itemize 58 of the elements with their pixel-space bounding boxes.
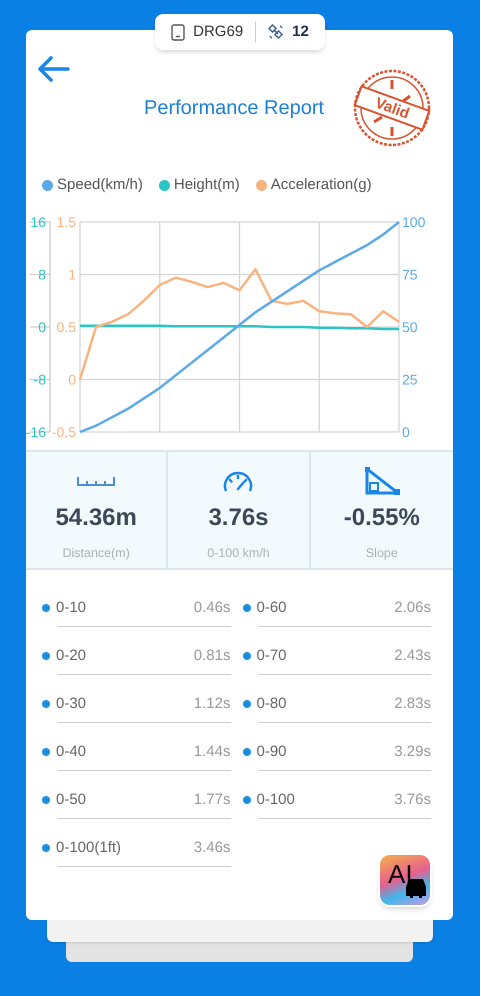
- split-time: 2.43s: [394, 646, 431, 666]
- split-time: 1.12s: [194, 694, 230, 714]
- split-range: 0-100: [256, 790, 295, 810]
- axis-tick-label: 0.5: [56, 319, 76, 335]
- stat-value: 3.76s: [208, 503, 269, 533]
- legend-label: Acceleration(g): [270, 174, 372, 195]
- split-range: 0-60: [256, 598, 287, 618]
- stat-value: 54.36m: [55, 503, 137, 533]
- axis-tick-label: 100: [402, 214, 426, 230]
- stamp-text: Valid: [372, 94, 413, 125]
- split-time: 1.44s: [194, 742, 230, 762]
- axis-tick-label: 25: [402, 372, 418, 388]
- stat-label: 0-100 km/h: [207, 545, 270, 562]
- split-time: 1.77s: [194, 790, 230, 810]
- split-range: 0-40: [56, 742, 86, 762]
- split-time: 2.06s: [394, 598, 431, 618]
- ai-assistant-button[interactable]: AI: [378, 853, 432, 907]
- back-button[interactable]: [36, 54, 70, 84]
- legend-label: Speed(km/h): [57, 174, 143, 195]
- axis-tick-label: 0: [38, 319, 46, 335]
- axis-tick-label: 0: [402, 424, 410, 440]
- split-range: 0-100(1ft): [56, 838, 122, 858]
- split-time: 0.81s: [194, 646, 230, 666]
- legend-label: Height(m): [174, 174, 240, 195]
- ruler-icon: [77, 476, 116, 486]
- axis-tick-label: 50: [402, 319, 418, 335]
- satellite-count: 12: [292, 22, 309, 42]
- split-range: 0-20: [56, 646, 86, 666]
- split-range: 0-50: [56, 790, 86, 810]
- axis-tick-label: 75: [402, 266, 418, 282]
- axis-tick-label: 1.5: [56, 214, 76, 230]
- stat-label: Slope: [366, 545, 398, 562]
- axis-tick-label: -16: [26, 424, 46, 440]
- device-id: DRG69: [193, 22, 244, 42]
- axis-tick-label: 0: [68, 372, 76, 388]
- page-title: Performance Report: [144, 96, 324, 121]
- split-range: 0-10: [56, 598, 86, 618]
- slope-icon: [364, 467, 400, 495]
- back-arrow-icon: [36, 55, 70, 83]
- split-range: 0-80: [256, 694, 287, 714]
- split-time: 3.29s: [394, 742, 431, 762]
- axis-tick-label: 8: [38, 266, 46, 282]
- axis-tick-label: 16: [30, 214, 46, 230]
- split-time: 2.83s: [394, 694, 431, 714]
- gauge-icon: [222, 470, 254, 492]
- split-range: 0-70: [256, 646, 287, 666]
- phone-icon: [171, 24, 186, 40]
- split-range: 0-90: [256, 742, 287, 762]
- axis-tick-label: -8: [34, 372, 46, 388]
- axis-tick-label: 1: [68, 266, 76, 282]
- split-time: 3.46s: [194, 838, 230, 858]
- split-time: 3.76s: [394, 790, 431, 810]
- satellite-icon: [268, 24, 284, 40]
- split-range: 0-30: [56, 694, 86, 714]
- split-time: 0.46s: [194, 598, 230, 618]
- stat-value: -0.55%: [344, 503, 420, 533]
- axis-tick-label: -0.5: [52, 424, 76, 440]
- stat-label: Distance(m): [62, 545, 130, 562]
